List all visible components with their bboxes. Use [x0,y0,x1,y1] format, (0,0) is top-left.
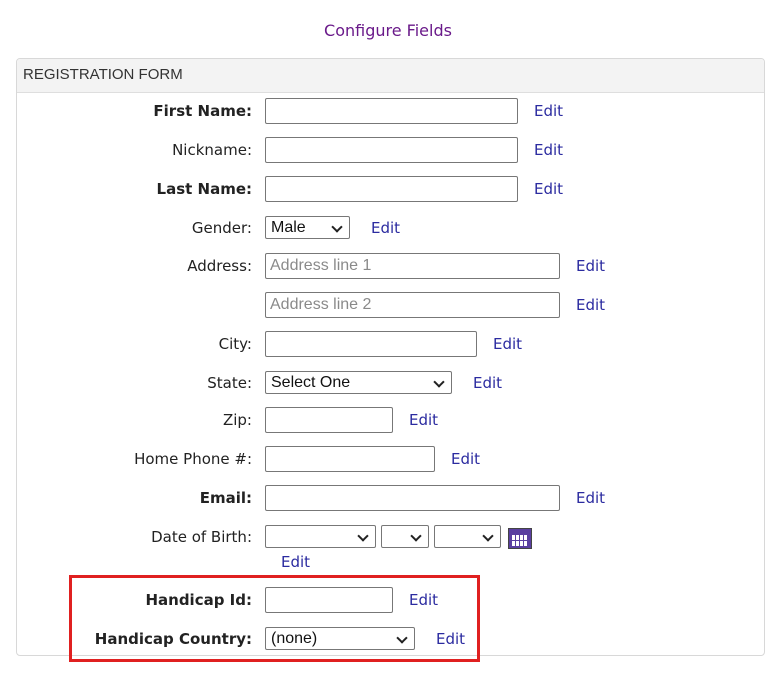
address-label: Address: [187,257,252,275]
configure-fields-link[interactable]: Configure Fields [0,21,776,40]
home-phone-input[interactable] [265,446,435,472]
address-line2-edit-link[interactable]: Edit [576,296,605,314]
email-label: Email: [199,489,252,507]
state-select[interactable]: Select One [265,371,452,394]
first-name-input[interactable] [265,98,518,124]
dob-edit-link[interactable]: Edit [281,553,310,571]
calendar-icon[interactable] [508,528,532,549]
chevron-down-icon [410,530,422,542]
chevron-down-icon [331,221,343,233]
dob-label: Date of Birth: [151,528,252,546]
email-edit-link[interactable]: Edit [576,489,605,507]
state-selected-value: Select One [271,374,351,391]
gender-edit-link[interactable]: Edit [371,219,400,237]
last-name-edit-link[interactable]: Edit [534,180,563,198]
city-input[interactable] [265,331,477,357]
address-line1-edit-link[interactable]: Edit [576,257,605,275]
panel-title: REGISTRATION FORM [23,66,183,83]
dob-day-select[interactable] [381,525,429,548]
zip-label: Zip: [222,411,252,429]
state-label: State: [207,374,252,392]
dob-month-select[interactable] [265,525,376,548]
gender-selected-value: Male [271,219,306,236]
highlight-box [69,575,480,662]
email-input[interactable] [265,485,560,511]
nickname-edit-link[interactable]: Edit [534,141,563,159]
last-name-label: Last Name: [156,180,252,198]
first-name-edit-link[interactable]: Edit [534,102,563,120]
address-line1-input[interactable] [265,253,560,279]
nickname-input[interactable] [265,137,518,163]
dob-year-select[interactable] [434,525,501,548]
first-name-label: First Name: [153,102,252,120]
last-name-input[interactable] [265,176,518,202]
zip-input[interactable] [265,407,393,433]
gender-label: Gender: [191,219,252,237]
home-phone-label: Home Phone #: [134,450,252,468]
city-edit-link[interactable]: Edit [493,335,522,353]
chevron-down-icon [433,376,445,388]
address-line2-input[interactable] [265,292,560,318]
nickname-label: Nickname: [172,141,252,159]
gender-select[interactable]: Male [265,216,350,239]
panel-header: REGISTRATION FORM [17,59,764,93]
chevron-down-icon [357,530,369,542]
home-phone-edit-link[interactable]: Edit [451,450,480,468]
state-edit-link[interactable]: Edit [473,374,502,392]
city-label: City: [218,335,252,353]
zip-edit-link[interactable]: Edit [409,411,438,429]
chevron-down-icon [482,530,494,542]
